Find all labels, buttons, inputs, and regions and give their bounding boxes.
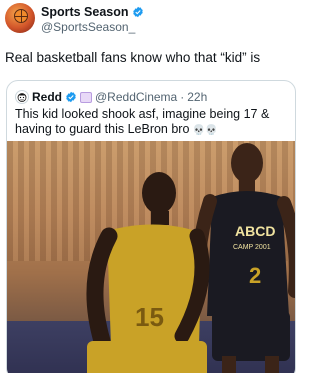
quoted-post-photo[interactable]: ABCD CAMP 2001 2 15: [7, 141, 295, 373]
quoted-post-card[interactable]: Redd @ReddCinema · 22h This kid looked s…: [6, 80, 296, 373]
separator-dot: ·: [180, 90, 185, 104]
verified-badge-icon: [132, 6, 143, 18]
quoted-post-header: Redd @ReddCinema · 22h: [15, 90, 207, 104]
quoted-timestamp[interactable]: 22h: [187, 90, 207, 104]
verified-badge-icon: [66, 91, 76, 103]
quoted-author-avatar[interactable]: [15, 90, 29, 104]
right-jersey-text: ABCD: [235, 223, 275, 239]
right-jersey-sub: CAMP 2001: [233, 244, 271, 251]
author-avatar[interactable]: [5, 3, 35, 33]
author-name-row: Sports Season: [41, 5, 144, 19]
skull-emoji: 💀💀: [192, 125, 218, 136]
left-player: 15: [86, 172, 210, 373]
players-illustration: ABCD CAMP 2001 2 15: [86, 143, 295, 373]
quoted-display-name[interactable]: Redd: [32, 90, 62, 104]
quoted-text-body: This kid looked shook asf, imagine being…: [15, 107, 270, 136]
left-jersey-number: 15: [135, 302, 164, 332]
post-header: Sports Season @SportsSeason_: [5, 3, 295, 35]
cartoon-face-icon: [17, 93, 27, 102]
affiliate-badge-icon: [80, 91, 92, 103]
quoted-handle[interactable]: @ReddCinema: [95, 90, 177, 104]
author-display-name[interactable]: Sports Season: [41, 5, 129, 19]
right-jersey-number: 2: [249, 263, 261, 288]
basketball-icon: [14, 9, 28, 23]
author-handle[interactable]: @SportsSeason_: [41, 20, 135, 34]
post-text: Real basketball fans know who that “kid”…: [5, 50, 261, 65]
right-player: ABCD CAMP 2001 2: [191, 143, 295, 373]
quoted-post-text: This kid looked shook asf, imagine being…: [15, 107, 287, 138]
